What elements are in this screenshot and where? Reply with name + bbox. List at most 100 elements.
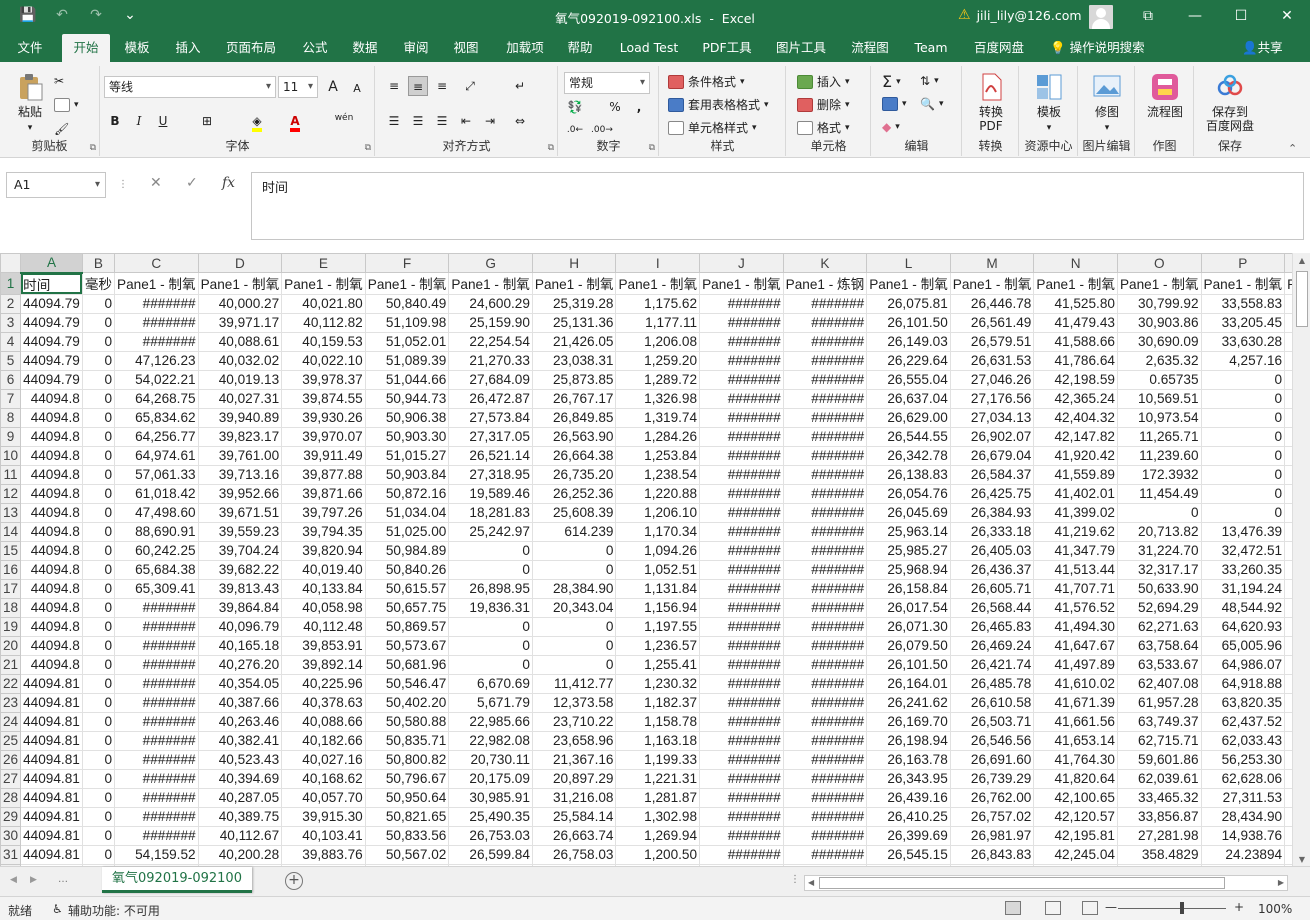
cell[interactable]: 62,407.08 [1116, 673, 1202, 694]
cell[interactable]: ####### [782, 673, 868, 694]
cell[interactable]: 41,610.02 [1033, 673, 1118, 694]
cell[interactable]: 0 [1200, 369, 1286, 390]
tab-data[interactable]: 数据 [342, 34, 388, 62]
cell[interactable]: 44094.8 [20, 502, 83, 523]
cell[interactable]: 24.23894 [1200, 844, 1286, 865]
cell[interactable]: 41,402.01 [1033, 483, 1118, 504]
cell[interactable]: 44094.8 [20, 559, 83, 580]
cell[interactable]: 30,985.91 [448, 787, 533, 808]
cell[interactable]: 41,764.30 [1033, 749, 1118, 770]
cell[interactable]: 22,985.66 [448, 711, 533, 732]
cell[interactable]: 65,834.62 [114, 407, 199, 428]
cell[interactable]: ####### [699, 426, 784, 447]
cell[interactable]: 50,800.82 [364, 749, 450, 770]
cell[interactable]: 27,281.98 [1116, 825, 1202, 846]
cell[interactable]: 0 [1200, 483, 1286, 504]
cell[interactable]: 42,147.82 [1033, 426, 1118, 447]
cell[interactable]: 39,871.66 [281, 483, 366, 504]
cell[interactable]: 44094.8 [20, 407, 83, 428]
cell[interactable]: 0 [1116, 502, 1202, 523]
cell[interactable]: 40,523.43 [197, 749, 283, 770]
cell[interactable]: 26,149.03 [866, 331, 951, 352]
format-cells-button[interactable]: 格式 ▾ [797, 119, 850, 136]
cell[interactable]: 50,796.67 [364, 768, 450, 789]
cell[interactable]: 40,225.96 [281, 673, 366, 694]
add-sheet-button[interactable]: + [285, 872, 303, 890]
cell[interactable]: 0 [448, 616, 533, 637]
cell[interactable]: 27,311.53 [1200, 787, 1286, 808]
cell[interactable]: 1,094.26 [615, 540, 701, 561]
cell[interactable]: 26,767.17 [531, 388, 617, 409]
tab-addins[interactable]: 加载项 [496, 34, 554, 62]
vertical-scrollbar[interactable]: ▲ ▼ [1292, 253, 1310, 870]
cell[interactable]: 39,797.26 [281, 502, 366, 523]
cell[interactable]: 14,938.76 [1200, 825, 1286, 846]
cell[interactable]: 65,684.38 [114, 559, 199, 580]
cell[interactable]: ####### [699, 502, 784, 523]
enter-icon[interactable]: ✓ [186, 175, 198, 191]
page-break-view-icon[interactable] [1082, 901, 1098, 915]
cell[interactable]: 50,840.49 [364, 293, 450, 314]
cell[interactable]: 54,159.52 [114, 844, 199, 865]
cell[interactable]: ####### [114, 654, 199, 675]
cell[interactable]: 40,263.46 [197, 711, 283, 732]
cell[interactable]: 50,944.73 [364, 388, 450, 409]
cell[interactable]: 26,691.60 [949, 749, 1035, 770]
number-format-dropdown[interactable]: 常规 [564, 72, 650, 94]
insert-cells-button[interactable]: 插入 ▾ [797, 73, 850, 90]
cell[interactable]: 1,156.94 [615, 597, 701, 618]
cell[interactable]: 11,265.71 [1116, 426, 1202, 447]
orientation-button[interactable]: ⤢ [460, 76, 480, 96]
cell[interactable]: 26,333.18 [949, 521, 1035, 542]
cell[interactable]: 0 [81, 806, 116, 827]
cell[interactable]: 1,269.94 [615, 825, 701, 846]
account-area[interactable]: ⚠ jili_lily@126.com [958, 7, 1082, 23]
cell[interactable]: 331.9956 [1284, 616, 1292, 637]
cell[interactable]: 44094.81 [20, 749, 83, 770]
cell[interactable]: 50,835.71 [364, 730, 450, 751]
cell[interactable]: 40,032.02 [197, 350, 283, 371]
cell[interactable]: ####### [114, 635, 199, 656]
cell[interactable]: 404.6012 [1284, 578, 1292, 599]
cell[interactable]: 64,986.07 [1200, 654, 1286, 675]
cell[interactable]: 26,546.56 [949, 730, 1035, 751]
cell[interactable]: 417.2485 [1284, 711, 1292, 732]
column-header-o[interactable]: O [1116, 253, 1202, 273]
page-layout-view-icon[interactable] [1045, 901, 1061, 915]
flowchart-button[interactable]: 流程图 [1142, 72, 1188, 119]
cell[interactable]: ####### [782, 483, 868, 504]
font-size-dropdown[interactable]: 11 [278, 76, 318, 98]
cell[interactable]: 60,242.25 [114, 540, 199, 561]
cell[interactable]: ####### [699, 711, 784, 732]
cell[interactable]: 26,163.78 [866, 749, 951, 770]
cell[interactable]: 40,378.63 [281, 692, 366, 713]
cell[interactable]: 26,075.81 [866, 293, 951, 314]
cell[interactable]: 26,849.85 [531, 407, 617, 428]
cell[interactable]: ####### [699, 749, 784, 770]
cell[interactable]: 22,982.08 [448, 730, 533, 751]
cell[interactable]: 40,021.80 [281, 293, 366, 314]
cell[interactable]: 50,567.02 [364, 844, 450, 865]
cell[interactable]: 26,241.62 [866, 692, 951, 713]
cell[interactable]: 32,472.51 [1200, 540, 1286, 561]
cell[interactable]: 62,715.71 [1116, 730, 1202, 751]
cell[interactable]: 41,399.02 [1033, 502, 1118, 523]
header-cell[interactable]: Pane1 - 制氧 [1284, 272, 1292, 295]
header-cell[interactable]: Pane1 - 制氧 [866, 272, 951, 295]
cell[interactable]: 26,561.49 [949, 312, 1035, 333]
wrap-text-button[interactable]: ↵ [510, 76, 530, 96]
cell[interactable]: 172.3932 [1116, 464, 1202, 485]
row-header[interactable]: 17 [0, 578, 22, 599]
cell[interactable]: ####### [114, 787, 199, 808]
cell[interactable]: 368.4246 [1284, 654, 1292, 675]
header-cell[interactable]: Pane1 - 炼钢 [782, 272, 868, 295]
cell[interactable]: 51,025.00 [364, 521, 450, 542]
cell[interactable]: 26,079.50 [866, 635, 951, 656]
cell[interactable]: 0 [81, 711, 116, 732]
header-cell[interactable]: Pane1 - 制氧 [364, 272, 450, 295]
cell[interactable]: 25,968.94 [866, 559, 951, 580]
cell[interactable]: ####### [699, 521, 784, 542]
zoom-slider-thumb[interactable] [1180, 902, 1184, 914]
cell[interactable]: 26,421.74 [949, 654, 1035, 675]
cell[interactable]: 1,158.78 [615, 711, 701, 732]
